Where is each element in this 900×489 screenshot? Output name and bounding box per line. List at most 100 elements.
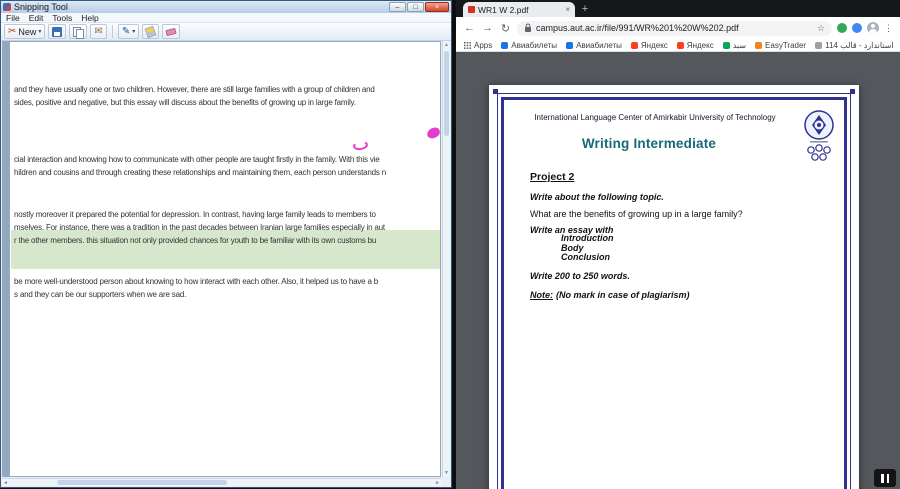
- new-tab-button[interactable]: +: [578, 3, 592, 15]
- bookmark-label: Apps: [474, 40, 493, 50]
- captured-text-line: mselves. For instance, there was a tradi…: [14, 223, 385, 232]
- project-heading: Project 2: [530, 171, 575, 183]
- bookmark-label: Авиабилеты: [511, 40, 558, 50]
- pdf-viewer: International Language Center of Amirkab…: [456, 52, 900, 489]
- window-controls: – □ ×: [389, 2, 449, 12]
- window-title: Snipping Tool: [14, 2, 68, 12]
- email-button[interactable]: ✉: [90, 24, 107, 39]
- bookmark-favicon: [755, 41, 763, 49]
- chevron-down-icon: ▾: [38, 29, 42, 35]
- captured-text-line: s and they can be our supporters when we…: [14, 290, 187, 299]
- bookmark-favicon: [815, 41, 823, 49]
- url-text: campus.aut.ac.ir/file/991/WR%201%20W%202…: [536, 23, 739, 33]
- desktop: Snipping Tool – □ × File Edit Tools Help…: [0, 0, 900, 489]
- captured-window-edge: [3, 42, 10, 476]
- bookmark-label: استاندارد - قالب 114: [825, 40, 894, 50]
- bookmark-label: Авиабилеты: [576, 40, 622, 50]
- university-logo: [804, 110, 834, 161]
- pdf-title: Writing Intermediate: [581, 136, 717, 151]
- tab-strip: WR1 W 2.pdf × +: [456, 0, 900, 17]
- menu-edit[interactable]: Edit: [29, 13, 44, 23]
- snipping-tool-icon: [3, 3, 11, 11]
- address-bar[interactable]: campus.aut.ac.ir/file/991/WR%201%20W%202…: [517, 20, 832, 36]
- email-icon: ✉: [94, 25, 103, 37]
- tab-title: WR1 W 2.pdf: [478, 4, 529, 15]
- bookmark-label: EasyTrader: [765, 40, 807, 50]
- vertical-scrollbar[interactable]: ▲ ▼: [442, 41, 450, 477]
- back-button[interactable]: ←: [463, 22, 476, 34]
- bookmark-item[interactable]: EasyTrader: [755, 41, 806, 50]
- profile-avatar[interactable]: [867, 22, 879, 34]
- menu-bar: File Edit Tools Help: [1, 13, 451, 23]
- bookmark-item[interactable]: Яндекс: [630, 40, 668, 50]
- eraser-button[interactable]: [162, 24, 181, 39]
- save-icon: [52, 26, 63, 37]
- menu-tools[interactable]: Tools: [52, 13, 72, 23]
- tab-close-icon[interactable]: ×: [565, 5, 570, 14]
- new-button-label: New: [18, 26, 37, 37]
- border-corner-ornament: [850, 89, 855, 94]
- toolbar-separator: [111, 25, 113, 38]
- captured-text-line: cial interaction and knowing how to comm…: [14, 155, 380, 164]
- note-text: (No mark in case of plagiarism): [556, 290, 690, 300]
- bookmark-label: Яндекс: [640, 40, 668, 50]
- scroll-right-arrow[interactable]: ►: [435, 479, 440, 487]
- bookmark-item[interactable]: Авиабилеты: [501, 41, 557, 50]
- copy-button[interactable]: [69, 24, 88, 39]
- captured-text-line: r the other members. this situation not …: [14, 236, 377, 245]
- pen-annotation: [425, 126, 440, 140]
- bookmark-item[interactable]: Авиабилеты: [566, 41, 622, 50]
- bookmark-favicon: [566, 41, 574, 49]
- bookmark-label: سبد: [732, 40, 747, 50]
- maximize-button[interactable]: □: [407, 2, 424, 12]
- captured-text-line: hildren and cousins and through creating…: [14, 168, 386, 177]
- pen-annotation: [352, 139, 369, 152]
- scroll-left-arrow[interactable]: ◄: [3, 479, 8, 487]
- word-count-line: Write 200 to 250 words.: [530, 271, 630, 281]
- menu-help[interactable]: Help: [81, 13, 98, 23]
- eraser-icon: [165, 27, 177, 36]
- scrollbar-thumb[interactable]: [57, 480, 227, 485]
- scroll-down-arrow[interactable]: ▼: [444, 469, 449, 477]
- essay-outline: Introduction Body Conclusion: [561, 233, 614, 263]
- browser-menu-icon[interactable]: ⋮: [884, 23, 893, 34]
- topic-question-line: What are the benefits of growing up in a…: [530, 209, 743, 219]
- menu-file[interactable]: File: [6, 13, 20, 23]
- pause-button[interactable]: [874, 469, 896, 487]
- pdf-favicon: [468, 6, 475, 13]
- bookmark-favicon: [722, 41, 730, 49]
- bookmark-favicon: [501, 41, 509, 49]
- capture-area: and they have usually one or two childre…: [2, 41, 441, 477]
- browser-tab[interactable]: WR1 W 2.pdf ×: [463, 2, 575, 17]
- save-button[interactable]: [48, 24, 67, 39]
- highlighter-button[interactable]: [142, 24, 160, 39]
- bookmark-star-icon[interactable]: ☆: [817, 23, 825, 34]
- border-corner-ornament: [493, 89, 498, 94]
- bookmark-item[interactable]: استاندارد - قالب 114: [815, 41, 894, 50]
- forward-button[interactable]: →: [481, 22, 494, 34]
- reload-button[interactable]: ↻: [499, 22, 512, 35]
- lock-icon: [525, 23, 531, 32]
- plagiarism-note: Note: (No mark in case of plagiarism): [530, 290, 690, 300]
- apps-shortcut[interactable]: Apps: [464, 41, 492, 50]
- browser-toolbar: ← → ↻ campus.aut.ac.ir/file/991/WR%201%2…: [456, 17, 900, 39]
- bookmark-item[interactable]: Яндекс: [676, 40, 714, 50]
- bookmark-favicon: [676, 41, 684, 49]
- captured-text-line: and they have usually one or two childre…: [14, 85, 375, 94]
- bookmarks-bar: Apps Авиабилеты Авиабилеты Яндекс Яндекс…: [456, 39, 900, 52]
- minimize-button[interactable]: –: [389, 2, 406, 12]
- pen-button[interactable]: ✎ ▾: [117, 24, 140, 39]
- scrollbar-thumb[interactable]: [444, 51, 449, 136]
- extension-icon[interactable]: [837, 23, 847, 33]
- topic-intro-line: Write about the following topic.: [530, 192, 664, 202]
- apps-grid-icon: [464, 41, 471, 49]
- horizontal-scrollbar[interactable]: ◄ ►: [2, 478, 441, 486]
- extension-icon[interactable]: [852, 23, 862, 33]
- outline-item: Conclusion: [561, 252, 610, 262]
- title-bar[interactable]: Snipping Tool – □ ×: [1, 1, 451, 13]
- bookmark-label: Яндекс: [686, 40, 714, 50]
- new-snip-button[interactable]: ✂ New ▾: [4, 24, 46, 39]
- bookmark-item[interactable]: سبد: [722, 40, 747, 50]
- close-button[interactable]: ×: [425, 2, 449, 12]
- scroll-up-arrow[interactable]: ▲: [444, 41, 449, 49]
